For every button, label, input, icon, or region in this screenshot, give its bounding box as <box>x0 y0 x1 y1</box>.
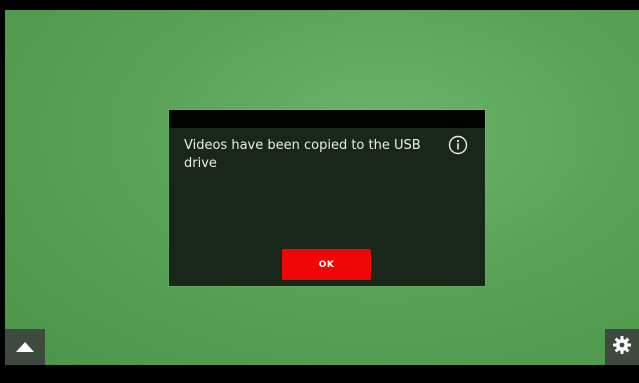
settings-button[interactable] <box>605 329 639 365</box>
dialog-message: Videos have been copied to the USB drive <box>184 138 421 171</box>
screen: Videos have been copied to the USB drive… <box>0 0 639 383</box>
chevron-up-icon <box>15 338 35 357</box>
expand-up-button[interactable] <box>5 329 45 365</box>
ok-button[interactable]: OK <box>282 249 371 280</box>
copy-complete-dialog: Videos have been copied to the USB drive… <box>169 110 485 286</box>
gear-icon <box>612 335 632 359</box>
info-icon <box>448 135 468 155</box>
dialog-titlebar <box>169 110 485 128</box>
